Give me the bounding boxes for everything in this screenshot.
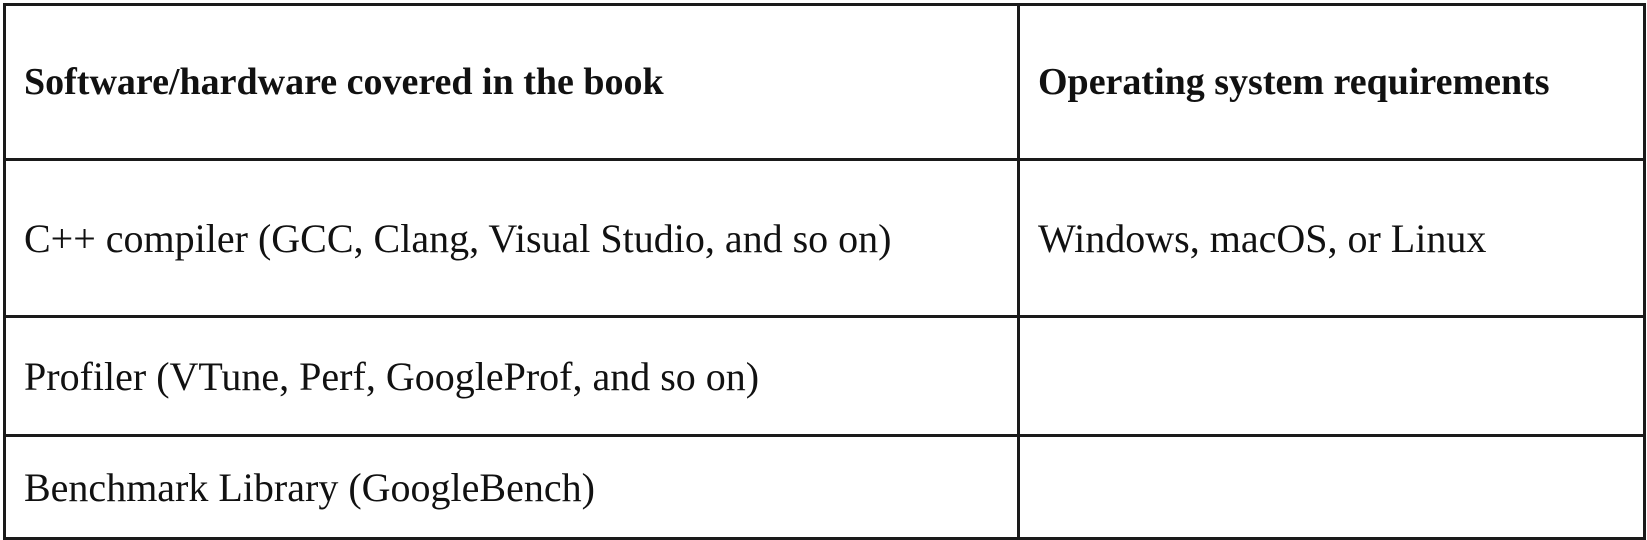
table-row: Benchmark Library (GoogleBench)	[3, 434, 1646, 540]
cell-software: C++ compiler (GCC, Clang, Visual Studio,…	[3, 158, 1020, 318]
cell-software: Profiler (VTune, Perf, GoogleProf, and s…	[3, 315, 1020, 437]
requirements-table: Software/hardware covered in the book Op…	[3, 3, 1646, 540]
column-header-os-requirements: Operating system requirements	[1017, 3, 1646, 161]
cell-os-requirements	[1017, 315, 1646, 437]
table-row: C++ compiler (GCC, Clang, Visual Studio,…	[3, 158, 1646, 318]
cell-os-requirements	[1017, 434, 1646, 540]
header-row: Software/hardware covered in the book Op…	[3, 3, 1646, 161]
column-header-software: Software/hardware covered in the book	[3, 3, 1020, 161]
cell-software: Benchmark Library (GoogleBench)	[3, 434, 1020, 540]
table-row: Profiler (VTune, Perf, GoogleProf, and s…	[3, 315, 1646, 437]
cell-os-requirements: Windows, macOS, or Linux	[1017, 158, 1646, 318]
